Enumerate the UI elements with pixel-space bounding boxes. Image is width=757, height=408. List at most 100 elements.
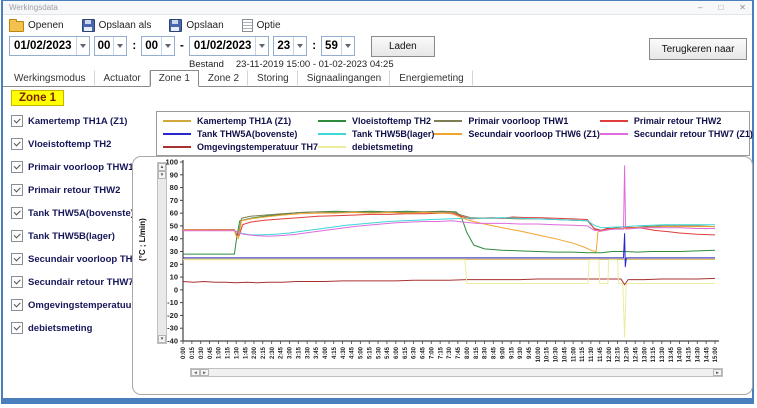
x-tick-label: 3:45	[314, 346, 320, 359]
open-folder-icon	[9, 21, 24, 32]
legend-swatch	[318, 146, 346, 148]
tab-zone-1[interactable]: Zone 1	[150, 70, 199, 87]
x-tick-label: 4:45	[350, 346, 356, 359]
legend-label: Tank THW5A(bovenste)	[197, 129, 297, 139]
toolbar-opslaan[interactable]: Opslaan	[169, 19, 223, 32]
tab-zone-2[interactable]: Zone 2	[199, 70, 248, 86]
checkbox-icon[interactable]	[11, 276, 23, 288]
legend-label: debietsmeting	[352, 142, 413, 152]
tab-signaalingangen[interactable]: Signaalingangen	[298, 70, 391, 86]
legend-swatch	[163, 133, 191, 135]
legend-label: Omgevingstemperatuur TH7	[197, 142, 318, 152]
y-tick-label: 30	[170, 247, 178, 256]
series-checkbox-secundair-retour-thw7-z1[interactable]: Secundair retour THW7 (Z1)	[11, 275, 131, 289]
chevron-down-icon	[341, 37, 354, 55]
legend-label: Secundair retour THW7 (Z1)	[634, 129, 753, 139]
tab-werkingsmodus[interactable]: Werkingsmodus	[5, 70, 95, 86]
x-tick-label: 11:15	[580, 346, 586, 362]
tab-energiemeting[interactable]: Energiemeting	[390, 70, 472, 86]
start-minute-select[interactable]: 00	[141, 36, 175, 56]
y-tick-label: 90	[170, 170, 178, 179]
start-date-select[interactable]: 01/02/2023	[9, 36, 90, 56]
y-tick-label: 50	[170, 221, 178, 230]
series-checkbox-primair-retour-thw2[interactable]: Primair retour THW2	[11, 183, 131, 197]
x-tick-label: 12:00	[607, 346, 613, 362]
series-checkbox-tank-thw5b-lager[interactable]: Tank THW5B(lager)	[11, 229, 131, 243]
series-debietsmeting	[183, 260, 715, 337]
tab-storing[interactable]: Storing	[248, 70, 298, 86]
end-minute-select[interactable]: 59	[321, 36, 355, 56]
toolbar-optie[interactable]: Optie	[242, 19, 281, 32]
x-tick-label: 6:45	[421, 346, 427, 359]
end-date-select[interactable]: 01/02/2023	[189, 36, 270, 56]
tab-bar: WerkingsmodusActuatorZone 1Zone 2Storing…	[3, 70, 752, 87]
checkbox-icon[interactable]	[11, 115, 23, 127]
minimize-icon[interactable]: –	[698, 4, 702, 12]
series-checkbox-omgevingstemperatuur-th7[interactable]: Omgevingstemperatuur TH7	[11, 298, 131, 312]
chart: 1009080706050403020100-10-20-30-400:000:…	[133, 157, 751, 367]
x-tick-label: 3:15	[296, 346, 302, 359]
series-checkbox-vloeistoftemp-th2[interactable]: Vloeistoftemp TH2	[11, 137, 131, 151]
checkbox-icon[interactable]	[11, 207, 23, 219]
load-button[interactable]: Laden	[371, 36, 435, 57]
end-hour-select[interactable]: 23	[273, 36, 307, 56]
legend-label: Vloeistoftemp TH2	[352, 116, 431, 126]
start-hour-select[interactable]: 00	[94, 36, 128, 56]
legend-item-omgevingstemperatuur-th7: Omgevingstemperatuur TH7	[163, 141, 318, 152]
checkbox-icon[interactable]	[11, 322, 23, 334]
scroll-right-icon[interactable]: ►	[200, 369, 209, 376]
toolbar-label: Optie	[257, 20, 281, 31]
checkbox-icon[interactable]	[11, 184, 23, 196]
legend-swatch	[600, 133, 628, 135]
series-secundair-voorloop-thw6-z1	[183, 213, 715, 252]
toolbar-opslaan-als[interactable]: Opslaan als	[82, 19, 152, 32]
checkbox-label: Vloeistoftemp TH2	[28, 139, 111, 150]
y-tick-label: 10	[170, 273, 178, 282]
x-tick-label: 4:30	[341, 346, 347, 359]
x-tick-label: 2:00	[252, 346, 258, 359]
checkbox-icon[interactable]	[11, 161, 23, 173]
checkbox-icon[interactable]	[11, 253, 23, 265]
scroll-left-icon[interactable]: ◄	[191, 369, 200, 376]
maximize-icon[interactable]: □	[718, 4, 723, 12]
series-checkbox-tank-thw5a-bovenste[interactable]: Tank THW5A(bovenste)	[11, 206, 131, 220]
x-tick-label: 0:00	[181, 346, 187, 359]
x-tick-label: 3:30	[305, 346, 311, 359]
x-tick-label: 12:15	[616, 346, 622, 362]
checkbox-label: Tank THW5B(lager)	[28, 231, 115, 242]
return-button[interactable]: Terugkeren naar	[649, 38, 747, 60]
x-tick-label: 7:30	[447, 346, 453, 359]
file-info-label: Bestand	[189, 59, 224, 70]
chart-panel: (°C ; L/min) ▲ ▼ ▼ 100908070605040302010…	[132, 156, 753, 395]
checkbox-icon[interactable]	[11, 299, 23, 311]
x-tick-label: 13:00	[642, 346, 648, 362]
legend-swatch	[318, 133, 346, 135]
checkbox-label: debietsmeting	[28, 323, 92, 334]
tab-actuator[interactable]: Actuator	[95, 70, 150, 86]
scroll-right-icon[interactable]: ►	[713, 369, 722, 376]
chevron-down-icon	[161, 37, 174, 55]
x-tick-label: 11:00	[571, 346, 577, 362]
close-icon[interactable]: ✕	[739, 4, 746, 12]
colon-separator: :	[312, 40, 316, 52]
legend-item-primair-voorloop-thw1: Primair voorloop THW1	[434, 115, 600, 126]
checkbox-icon[interactable]	[11, 138, 23, 150]
series-checkbox-primair-voorloop-thw1[interactable]: Primair voorloop THW1	[11, 160, 131, 174]
checkbox-icon[interactable]	[11, 230, 23, 242]
y-tick-label: 70	[170, 196, 178, 205]
checkbox-label: Primair voorloop THW1	[28, 162, 134, 173]
file-info-value: 23-11-2019 15:00 - 01-02-2023 04:25	[236, 59, 394, 70]
horizontal-scrollbar[interactable]: ◄ ► ►	[190, 368, 723, 377]
x-tick-label: 13:15	[651, 346, 657, 362]
horizontal-scroll-track[interactable]	[209, 369, 713, 376]
save-as-icon	[82, 19, 95, 32]
toolbar-label: Opslaan	[186, 20, 223, 31]
series-checkbox-kamertemp-th1a-z1[interactable]: Kamertemp TH1A (Z1)	[11, 114, 131, 128]
range-separator: -	[180, 40, 184, 52]
legend-swatch	[600, 120, 628, 122]
window-title: Werkingsdata	[9, 3, 58, 12]
x-tick-label: 6:30	[412, 346, 418, 359]
toolbar-openen[interactable]: Openen	[9, 19, 64, 32]
x-tick-label: 14:45	[704, 346, 710, 362]
series-checkbox-debietsmeting[interactable]: debietsmeting	[11, 321, 131, 335]
